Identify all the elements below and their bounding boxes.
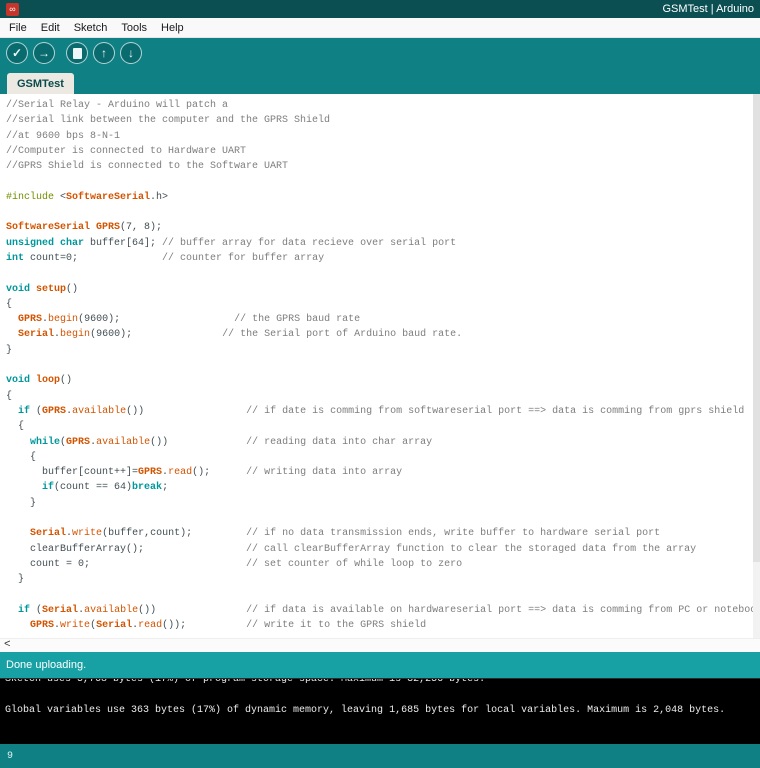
- code-line: //Serial Relay - Arduino will patch a: [6, 100, 229, 111]
- tab-strip: GSMTest: [0, 68, 760, 94]
- console-line: Sketch uses 5,768 bytes (17%) of program…: [5, 678, 486, 685]
- code-line: //GPRS Shield is connected to the Softwa…: [6, 161, 289, 173]
- code-line: Serial.write(buffer,count); // if no dat…: [30, 528, 661, 540]
- vertical-scrollbar-thumb[interactable]: [753, 94, 760, 562]
- code-line: //Computer is connected to Hardware UART: [6, 145, 247, 157]
- tab-gsmtest[interactable]: GSMTest: [7, 73, 74, 94]
- arrow-down-icon: ↓: [128, 46, 134, 60]
- code-area[interactable]: //Serial Relay - Arduino will patch a //s…: [0, 94, 760, 633]
- open-button[interactable]: ↑: [93, 42, 115, 64]
- code-line: //at 9600 bps 8-N-1: [6, 130, 121, 142]
- menu-file[interactable]: File: [2, 22, 34, 34]
- toolbar: ✓ → ↑ ↓: [0, 38, 760, 68]
- code-line: {: [6, 390, 13, 402]
- menu-edit[interactable]: Edit: [34, 22, 67, 34]
- code-line: buffer[count++]=GPRS.read(); // writing …: [6, 467, 403, 479]
- code-line: if(count == 64)break;: [42, 482, 169, 494]
- code-line: if (Serial.available()) // if data is av…: [18, 604, 760, 616]
- new-sketch-button[interactable]: [66, 42, 88, 64]
- menu-sketch[interactable]: Sketch: [67, 22, 115, 34]
- code-line: GPRS.write(Serial.read()); // write it t…: [30, 620, 427, 632]
- menu-help[interactable]: Help: [154, 22, 191, 34]
- menu-tools[interactable]: Tools: [114, 22, 154, 34]
- check-icon: ✓: [11, 46, 23, 60]
- code-line: }: [6, 344, 13, 356]
- arrow-up-icon: ↑: [101, 46, 107, 60]
- arduino-ide-window: ∞ GSMTest | Arduino File Edit Sketch Tools H…: [0, 0, 760, 768]
- code-line: void loop(): [6, 375, 73, 387]
- code-editor[interactable]: //Serial Relay - Arduino will patch a //s…: [0, 94, 760, 638]
- status-bar: Done uploading.: [0, 652, 760, 678]
- code-line: {: [6, 421, 25, 433]
- footer-bar: 9: [0, 744, 760, 768]
- code-line: Serial.begin(9600); // the Serial port o…: [18, 329, 463, 341]
- code-line: #include <SoftwareSerial.h>: [6, 191, 169, 203]
- code-line: GPRS.begin(9600); // the GPRS baud rate: [18, 314, 361, 326]
- save-button[interactable]: ↓: [120, 42, 142, 64]
- scroll-left-arrow-icon[interactable]: <: [4, 640, 11, 651]
- status-message: Done uploading.: [6, 659, 87, 671]
- code-line: SoftwareSerial GPRS(7, 8);: [6, 222, 163, 234]
- arduino-app-icon: ∞: [6, 2, 19, 16]
- code-line: int count=0; // counter for buffer array: [6, 252, 325, 264]
- line-number-indicator: 9: [7, 750, 14, 762]
- window-title: GSMTest | Arduino: [662, 3, 754, 15]
- code-line: clearBufferArray(); // call clearBufferA…: [6, 543, 697, 555]
- code-line: void setup(): [6, 283, 79, 295]
- code-line: {: [6, 298, 13, 310]
- upload-button[interactable]: →: [33, 42, 55, 64]
- code-line: if (GPRS.available()) // if date is comm…: [18, 405, 745, 417]
- horizontal-scrollbar[interactable]: <: [0, 638, 760, 652]
- code-line: }: [6, 497, 37, 509]
- code-line: }: [6, 574, 25, 586]
- document-icon: [72, 47, 82, 59]
- console-line: Global variables use 363 bytes (17%) of …: [5, 705, 726, 716]
- title-bar: ∞ GSMTest | Arduino: [0, 0, 760, 18]
- menu-bar: File Edit Sketch Tools Help: [0, 18, 760, 38]
- code-line: //serial link between the computer and t…: [6, 115, 331, 127]
- code-line: {: [6, 451, 37, 463]
- verify-button[interactable]: ✓: [6, 42, 28, 64]
- code-line: unsigned char buffer[64]; // buffer arra…: [6, 237, 457, 249]
- console-output: Sketch uses 5,768 bytes (17%) of program…: [0, 678, 760, 744]
- arrow-right-icon: →: [38, 46, 50, 60]
- vertical-scrollbar[interactable]: [753, 94, 760, 638]
- code-line: while(GPRS.available()) // reading data …: [30, 436, 433, 448]
- code-line: count = 0; // set counter of while loop …: [6, 558, 463, 570]
